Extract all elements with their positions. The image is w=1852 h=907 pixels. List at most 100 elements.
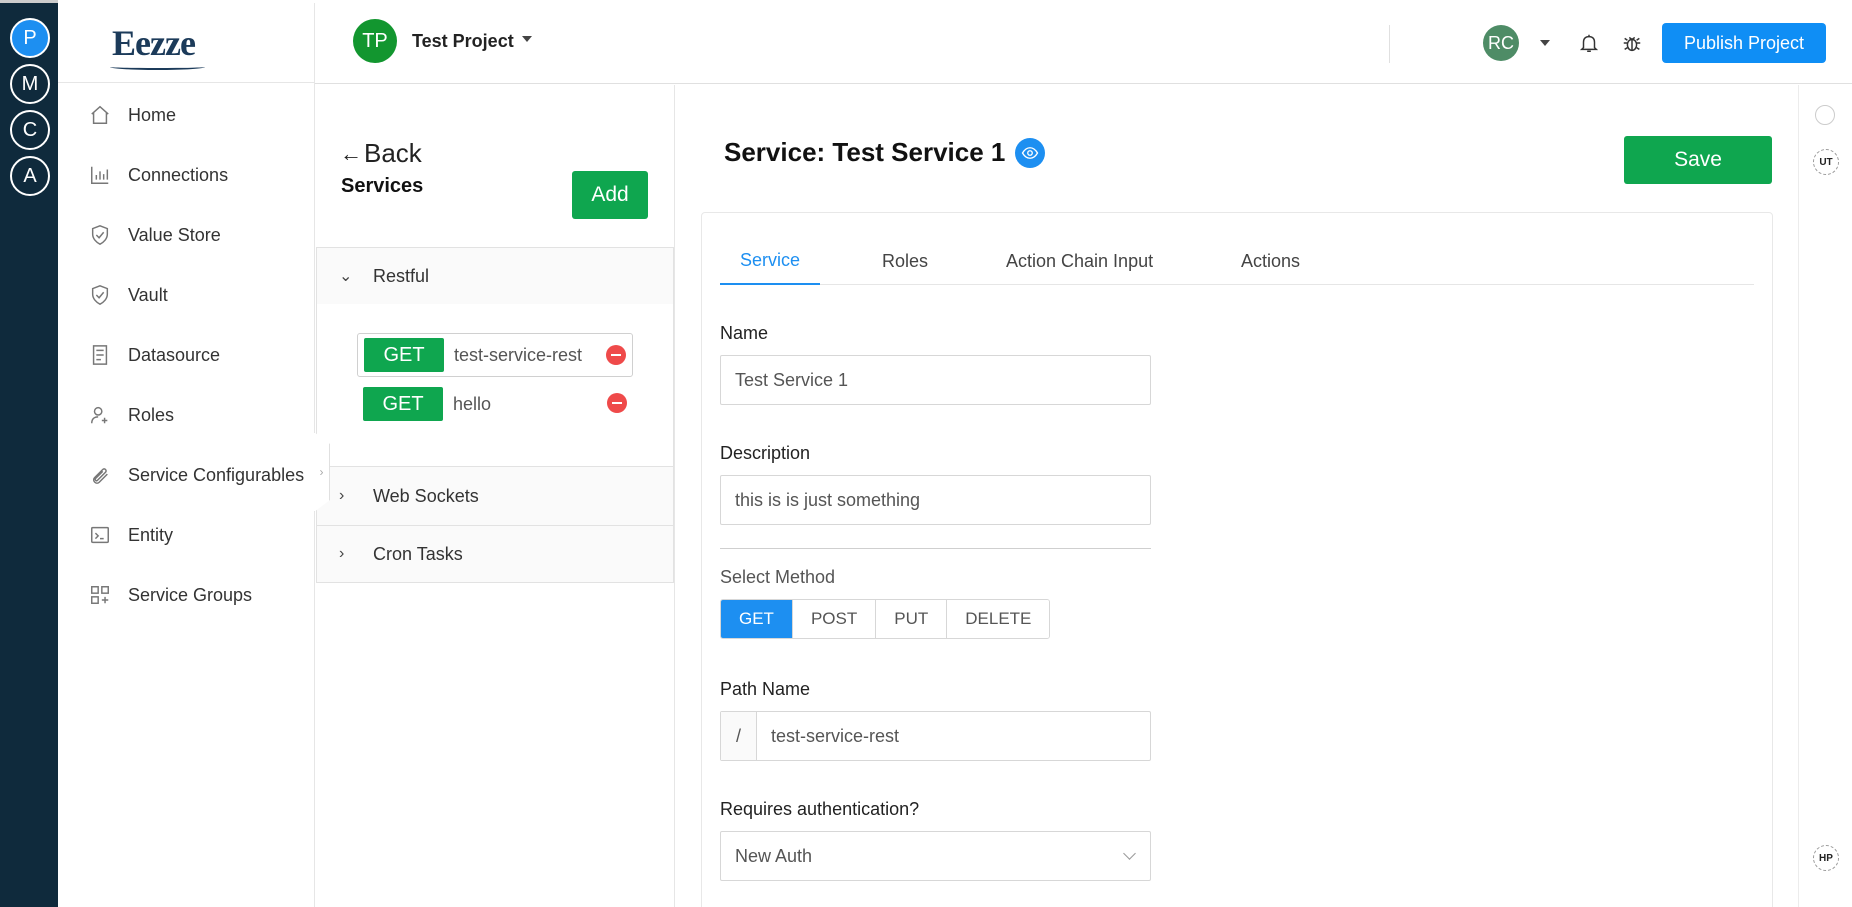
sidebar-item-connections[interactable]: Connections — [58, 145, 314, 205]
path-name-label: Path Name — [720, 679, 811, 699]
save-button[interactable]: Save — [1624, 136, 1772, 184]
bug-icon[interactable] — [1621, 32, 1643, 54]
top-header: TP Test Project RC Publish Project — [315, 3, 1852, 84]
shield-check-icon — [88, 283, 112, 307]
sidebar-item-label: Entity — [128, 524, 174, 545]
back-button[interactable]: ← Back — [340, 138, 422, 169]
path-name-value: test-service-rest — [771, 725, 900, 746]
workspace-button-p[interactable]: P — [10, 18, 50, 58]
method-selector: GET POST PUT DELETE — [720, 599, 1051, 639]
grid-plus-icon — [88, 583, 112, 607]
sidebar-item-home[interactable]: Home — [58, 85, 314, 145]
sidebar-item-roles[interactable]: Roles — [58, 385, 314, 445]
sidebar-item-label: Service Configurables — [128, 464, 305, 485]
method-get-button[interactable]: GET — [721, 600, 793, 638]
bar-chart-icon — [88, 163, 112, 187]
group-websockets-header[interactable]: › Web Sockets — [316, 466, 674, 526]
sidebar-item-service-groups[interactable]: Service Groups — [58, 565, 314, 625]
tab-bar: Service Roles Action Chain Input Actions — [720, 237, 1754, 285]
description-field[interactable]: this is is just something — [720, 475, 1151, 525]
workspace-rail: P M C A — [0, 0, 58, 907]
sidebar-item-service-configurables[interactable]: Service Configurables — [58, 445, 314, 505]
group-label: Restful — [373, 265, 430, 286]
add-service-button[interactable]: Add — [572, 171, 648, 219]
name-field[interactable]: Test Service 1 — [720, 355, 1151, 405]
services-panel: ← Back Services Add ⌄ Restful GET test-s… — [316, 85, 675, 907]
route-path: test-service-rest — [454, 344, 583, 365]
presence-badge-ut[interactable]: UT — [1813, 149, 1839, 175]
project-name[interactable]: Test Project — [412, 31, 514, 52]
sidebar-item-datasource[interactable]: Datasource — [58, 325, 314, 385]
publish-project-button[interactable]: Publish Project — [1662, 23, 1826, 63]
method-post-button[interactable]: POST — [792, 600, 877, 638]
page-title: Service: Test Service 1 — [724, 137, 1046, 168]
chevron-right-icon: › — [339, 545, 345, 562]
project-dropdown-icon[interactable] — [522, 36, 532, 42]
method-badge: GET — [363, 387, 443, 421]
sidebar-item-value-store[interactable]: Value Store — [58, 205, 314, 265]
route-item[interactable]: GET test-service-rest — [357, 333, 633, 377]
name-label: Name — [720, 323, 769, 343]
tab-actions[interactable]: Actions — [1241, 237, 1300, 285]
path-name-field[interactable]: / test-service-rest — [720, 711, 1151, 761]
remove-route-icon[interactable] — [607, 393, 627, 413]
group-cron-header[interactable]: › Cron Tasks — [316, 525, 674, 583]
route-path: hello — [453, 393, 492, 414]
path-prefix: / — [721, 712, 757, 760]
user-add-icon — [88, 403, 112, 427]
chevron-down-icon — [1123, 847, 1136, 860]
sidebar-item-label: Value Store — [128, 224, 221, 245]
logo[interactable]: Eezze — [58, 3, 314, 83]
project-avatar[interactable]: TP — [353, 19, 397, 63]
header-divider — [1389, 25, 1390, 63]
group-label: Web Sockets — [373, 485, 479, 506]
tab-action-chain-input[interactable]: Action Chain Input — [1006, 237, 1153, 285]
sidebar-item-label: Service Groups — [128, 584, 253, 605]
services-title: Services — [341, 175, 424, 197]
chevron-right-icon: › — [339, 487, 345, 504]
sidebar-item-vault[interactable]: Vault — [58, 265, 314, 325]
main-content: Service: Test Service 1 Save Service Rol… — [676, 85, 1798, 907]
user-dropdown-icon[interactable] — [1540, 40, 1550, 46]
tab-roles[interactable]: Roles — [882, 237, 928, 285]
workspace-button-a[interactable]: A — [10, 156, 50, 196]
divider — [720, 548, 1151, 549]
method-badge: GET — [364, 338, 444, 372]
restful-routes-list: GET test-service-rest GET hello — [316, 304, 674, 466]
user-avatar[interactable]: RC — [1483, 25, 1519, 61]
sidebar-item-label: Connections — [128, 164, 229, 185]
paperclip-icon — [88, 463, 112, 487]
sidebar-collapse-handle[interactable]: › — [314, 432, 330, 512]
workspace-button-c[interactable]: C — [10, 110, 50, 150]
sidebar-item-label: Vault — [128, 284, 168, 305]
sidebar-item-label: Roles — [128, 404, 175, 425]
auth-select[interactable]: New Auth — [720, 831, 1151, 881]
group-restful-header[interactable]: ⌄ Restful — [316, 247, 674, 305]
service-form-card: Service Roles Action Chain Input Actions… — [701, 212, 1773, 907]
select-method-label: Select Method — [720, 567, 836, 587]
terminal-icon — [88, 523, 112, 547]
sidebar-item-label: Home — [128, 104, 177, 125]
requires-auth-label: Requires authentication? — [720, 799, 920, 819]
arrow-left-icon: ← — [340, 140, 362, 166]
auth-select-value: New Auth — [735, 845, 813, 866]
method-put-button[interactable]: PUT — [876, 600, 948, 638]
sidebar: Eezze Home Connections Value Store Vault… — [58, 3, 315, 907]
eye-icon[interactable] — [1015, 137, 1046, 168]
method-delete-button[interactable]: DELETE — [947, 600, 1050, 638]
chevron-down-icon: ⌄ — [339, 268, 353, 285]
description-label: Description — [720, 443, 811, 463]
tab-service[interactable]: Service — [720, 237, 821, 285]
sidebar-item-entity[interactable]: Entity — [58, 505, 314, 565]
back-label: Back — [364, 138, 422, 168]
right-rail: UT HP — [1798, 85, 1852, 907]
workspace-button-m[interactable]: M — [10, 64, 50, 104]
route-item[interactable]: GET hello — [357, 382, 633, 426]
bell-icon[interactable] — [1578, 32, 1600, 54]
status-circle-icon[interactable] — [1815, 105, 1835, 125]
group-label: Cron Tasks — [373, 543, 463, 564]
file-list-icon — [88, 343, 112, 367]
sidebar-item-label: Datasource — [128, 344, 221, 365]
remove-route-icon[interactable] — [606, 345, 626, 365]
presence-badge-hp[interactable]: HP — [1813, 845, 1839, 871]
